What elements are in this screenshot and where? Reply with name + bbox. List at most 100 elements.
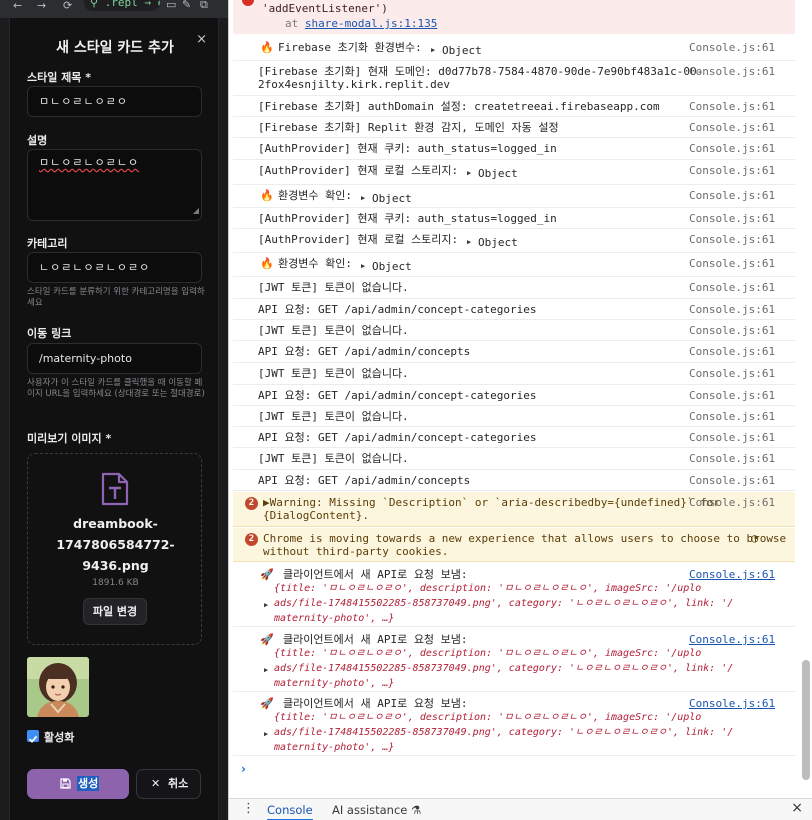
log-source-link[interactable]: Console.js:61	[689, 41, 775, 54]
change-file-button[interactable]: 파일 변경	[83, 598, 147, 625]
log-source-link[interactable]: Console.js:61	[689, 164, 775, 177]
log-object[interactable]: Object	[478, 236, 518, 249]
log-source-link[interactable]: Console.js:61	[689, 257, 775, 270]
expand-triangle-icon[interactable]: ▶	[264, 730, 268, 738]
address-bar[interactable]: ⚲ .repl → e	[84, 0, 160, 11]
log-object[interactable]: Object	[442, 44, 482, 57]
log-source-link[interactable]: Console.js:61	[689, 367, 775, 380]
title-input[interactable]: ㅁㄴㅇㄹㄴㅇㄹㅇ	[27, 86, 202, 117]
forward-icon[interactable]: →	[37, 0, 46, 11]
warning-message: Chrome is moving towards a new experienc…	[263, 532, 787, 558]
category-input[interactable]: ㄴㅇㄹㄴㅇㄹㄴㅇㄹㅇ	[27, 252, 202, 283]
title-label: 스타일 제목 *	[27, 71, 92, 84]
log-source-link[interactable]: Console.js:61	[689, 100, 775, 113]
error-message: 'addEventListener') at share-modal.js:1:…	[233, 0, 795, 34]
log-source-link[interactable]: Console.js:61	[689, 212, 775, 225]
modal-title: 새 스타일 카드 추가	[56, 40, 174, 56]
more-icon[interactable]: ⋮	[242, 801, 255, 816]
extensions-icon[interactable]: ✎	[182, 0, 191, 10]
client-log-message: 클라이언트에서 새 API로 요청 보냄:	[283, 697, 468, 710]
expand-triangle-icon[interactable]: ▶	[264, 601, 268, 609]
log-source-link[interactable]: Console.js:61	[689, 65, 775, 78]
log-row: [Firebase 초기화] 현재 도메인: d0d77b78-7584-487…	[233, 61, 795, 96]
expand-triangle-icon[interactable]: ▶	[361, 262, 365, 270]
stack-at: at	[285, 17, 299, 30]
log-source-link[interactable]: Console.js:61	[689, 410, 775, 423]
log-row: 🔥 환경변수 확인: ▶ Object Console.js:61	[233, 253, 795, 277]
log-source-link[interactable]: Console.js:61	[689, 452, 775, 465]
log-source-link[interactable]: Console.js:61	[689, 389, 775, 402]
log-message: [JWT 토큰] 토큰이 없습니다.	[258, 281, 409, 294]
create-button[interactable]: 생성	[27, 769, 129, 799]
log-message: Firebase 초기화 환경변수:	[278, 41, 422, 54]
expand-triangle-icon[interactable]: ▶	[264, 666, 268, 674]
log-row: [JWT 토큰] 토큰이 없습니다. Console.js:61	[233, 320, 795, 341]
share-icon[interactable]: ⧉	[200, 0, 208, 10]
expand-triangle-icon[interactable]: ▶	[361, 194, 365, 202]
close-icon: ✕	[151, 777, 161, 790]
log-row: [JWT 토큰] 토큰이 없습니다. Console.js:61	[233, 448, 795, 470]
client-log-message: 클라이언트에서 새 API로 요청 보냄:	[283, 568, 468, 581]
log-row: API 요청: GET /api/admin/concept-categorie…	[233, 385, 795, 406]
link-input[interactable]: /maternity-photo	[27, 343, 202, 374]
resize-handle-icon[interactable]: ◢	[193, 203, 199, 219]
active-checkbox[interactable]	[27, 730, 39, 743]
log-object-preview[interactable]: ads/file-1748415502285-858737049.png', c…	[274, 725, 733, 740]
log-row: [AuthProvider] 현재 쿠키: auth_status=logged…	[233, 138, 795, 160]
log-message: API 요청: GET /api/admin/concept-categorie…	[258, 303, 537, 316]
log-source-link[interactable]: Console.js:61	[689, 142, 775, 155]
cancel-button[interactable]: ✕ 취소	[136, 769, 201, 799]
console-prompt[interactable]: ›	[241, 762, 246, 776]
log-source-link[interactable]: Console.js:61	[689, 431, 775, 444]
log-source-link[interactable]: Console.js:61	[689, 189, 775, 202]
log-object-preview[interactable]: ads/file-1748415502285-858737049.png', c…	[274, 661, 733, 676]
log-row: API 요청: GET /api/admin/concepts Console.j…	[233, 470, 795, 491]
log-object-preview[interactable]: ads/file-1748415502285-858737049.png', c…	[274, 596, 733, 611]
reload-icon[interactable]: ⟳	[63, 0, 72, 11]
log-object[interactable]: Object	[372, 260, 412, 273]
client-log-source-link[interactable]: Console.js:61	[689, 633, 775, 646]
log-source-link[interactable]: Console.js:61	[689, 474, 775, 487]
scrollbar[interactable]	[802, 660, 810, 780]
description-label: 설명	[27, 134, 48, 147]
log-message: [JWT 토큰] 토큰이 없습니다.	[258, 410, 409, 423]
log-source-link[interactable]: Console.js:61	[689, 121, 775, 134]
expand-triangle-icon[interactable]: ▶	[467, 169, 471, 177]
category-label: 카테고리	[27, 237, 68, 250]
log-object-preview: maternity-photo', …}	[274, 678, 395, 689]
log-row: [JWT 토큰] 토큰이 없습니다. Console.js:61	[233, 277, 795, 299]
image-dropzone[interactable]: dreambook- 1747806584772- 9436.png 1891.…	[27, 453, 202, 645]
tab-ai-assistance[interactable]: AI assistance ⚗	[332, 803, 421, 817]
log-object[interactable]: Object	[478, 167, 518, 180]
stack-link[interactable]: share-modal.js:1:135	[305, 17, 437, 30]
log-source-link[interactable]: Console.js:61	[689, 324, 775, 337]
log-message: API 요청: GET /api/admin/concept-categorie…	[258, 431, 537, 444]
log-source-link[interactable]: Console.js:61	[689, 303, 775, 316]
log-row: [Firebase 초기화] authDomain 설정: createtree…	[233, 96, 795, 117]
warning-message: ▶Warning: Missing `Description` or `aria…	[263, 496, 720, 522]
description-textarea[interactable]: ㅁㄴㅇㄹㄴㅇㄹㄴㅇ ◢	[27, 149, 202, 221]
add-style-card-modal: 새 스타일 카드 추가 × 스타일 제목 * ㅁㄴㅇㄹㄴㅇㄹㅇ 설명 ㅁㄴㅇㄹㄴ…	[9, 18, 219, 820]
close-icon[interactable]: ×	[196, 32, 207, 47]
close-icon[interactable]: ×	[791, 800, 803, 816]
client-log-source-link[interactable]: Console.js:61	[689, 568, 775, 581]
expand-triangle-icon[interactable]: ▶	[431, 46, 435, 54]
log-object[interactable]: Object	[372, 192, 412, 205]
fire-icon: 🔥	[260, 189, 274, 202]
log-source-link[interactable]: Console.js:61	[689, 281, 775, 294]
back-icon[interactable]: ←	[13, 0, 22, 11]
admin-panel: ← → ⟳ ⚲ .repl → e ▭ ✎ ⧉ 새 스타일 카드 추가 × 스타…	[0, 0, 228, 820]
client-log-source-link[interactable]: Console.js:61	[689, 697, 775, 710]
warning-count-badge: 2	[245, 497, 258, 510]
log-row: API 요청: GET /api/admin/concepts Console.j…	[233, 341, 795, 363]
log-source-link[interactable]: Console.js:61	[689, 233, 775, 246]
error-stack: at share-modal.js:1:135	[285, 17, 437, 30]
log-source-link[interactable]: Console.js:61	[689, 345, 775, 358]
log-row: [AuthProvider] 현재 쿠키: auth_status=logged…	[233, 208, 795, 229]
expand-triangle-icon[interactable]: ▶	[467, 238, 471, 246]
warning-row: 2 ▶Warning: Missing `Description` or `ari…	[233, 492, 795, 527]
warning-source-link[interactable]: Console.js:61	[689, 496, 775, 509]
tab-console[interactable]: Console	[267, 799, 313, 820]
devtools-drawer: ⋮ Console AI assistance ⚗ ×	[229, 798, 812, 820]
cast-icon[interactable]: ▭	[166, 0, 176, 10]
